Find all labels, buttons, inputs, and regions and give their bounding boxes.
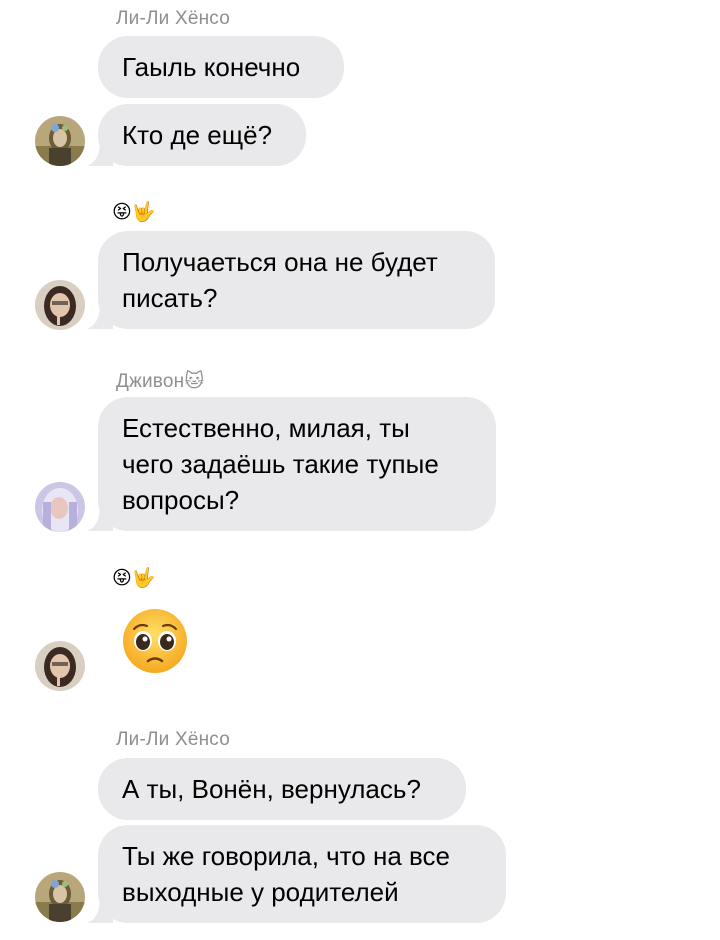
message-text: Ты же говорила, что на все <box>122 841 451 871</box>
sender-name: Ли-Ли Хёнсо <box>116 8 230 29</box>
message-text: Гаыль конечно <box>122 52 301 82</box>
avatar[interactable] <box>35 872 85 922</box>
message-text: Получаеться она не будет <box>122 247 438 277</box>
message-text: вопросы? <box>122 485 240 515</box>
pleading-face-icon[interactable] <box>120 606 190 676</box>
avatar[interactable] <box>35 280 85 330</box>
avatar-photo-icon <box>35 482 85 532</box>
message-bubble[interactable]: Гаыль конечно <box>98 36 344 98</box>
avatar-photo-icon <box>35 641 85 691</box>
sender-name: Ли-Ли Хёнсо <box>116 729 230 750</box>
message-text: Кто де ещё? <box>122 120 273 150</box>
avatar-photo-icon <box>35 872 85 922</box>
bubble-tail-icon <box>87 509 113 531</box>
avatar[interactable] <box>35 482 85 532</box>
message-bubble[interactable]: Ты же говорила, что на все выходные у ро… <box>87 825 506 923</box>
message-text: писать? <box>122 283 218 313</box>
avatar[interactable] <box>35 641 85 691</box>
bubble-tail-icon <box>87 307 113 329</box>
message-text: чего задаёшь такие тупые <box>122 449 439 479</box>
sender-name: Дживон🐱 <box>116 371 205 392</box>
reaction-emojis[interactable]: 😝🤟 <box>112 568 155 590</box>
message-bubble[interactable]: Кто де ещё? <box>87 104 306 166</box>
bubble-tail-icon <box>87 144 113 166</box>
avatar-photo-icon <box>35 280 85 330</box>
avatar-photo-icon <box>35 116 85 166</box>
bubble-tail-icon <box>87 901 113 923</box>
message-bubble[interactable]: Получаеться она не будет писать? <box>87 231 495 329</box>
message-text: выходные у родителей <box>122 877 399 907</box>
message-text: А ты, Вонён, вернулась? <box>122 774 421 804</box>
message-text: Естественно, милая, ты <box>122 413 410 443</box>
reaction-emojis[interactable]: 😝🤟 <box>112 202 155 224</box>
avatar[interactable] <box>35 116 85 166</box>
message-bubble[interactable]: А ты, Вонён, вернулась? <box>98 758 466 820</box>
message-bubble[interactable]: Естественно, милая, ты чего задаёшь таки… <box>87 397 496 531</box>
